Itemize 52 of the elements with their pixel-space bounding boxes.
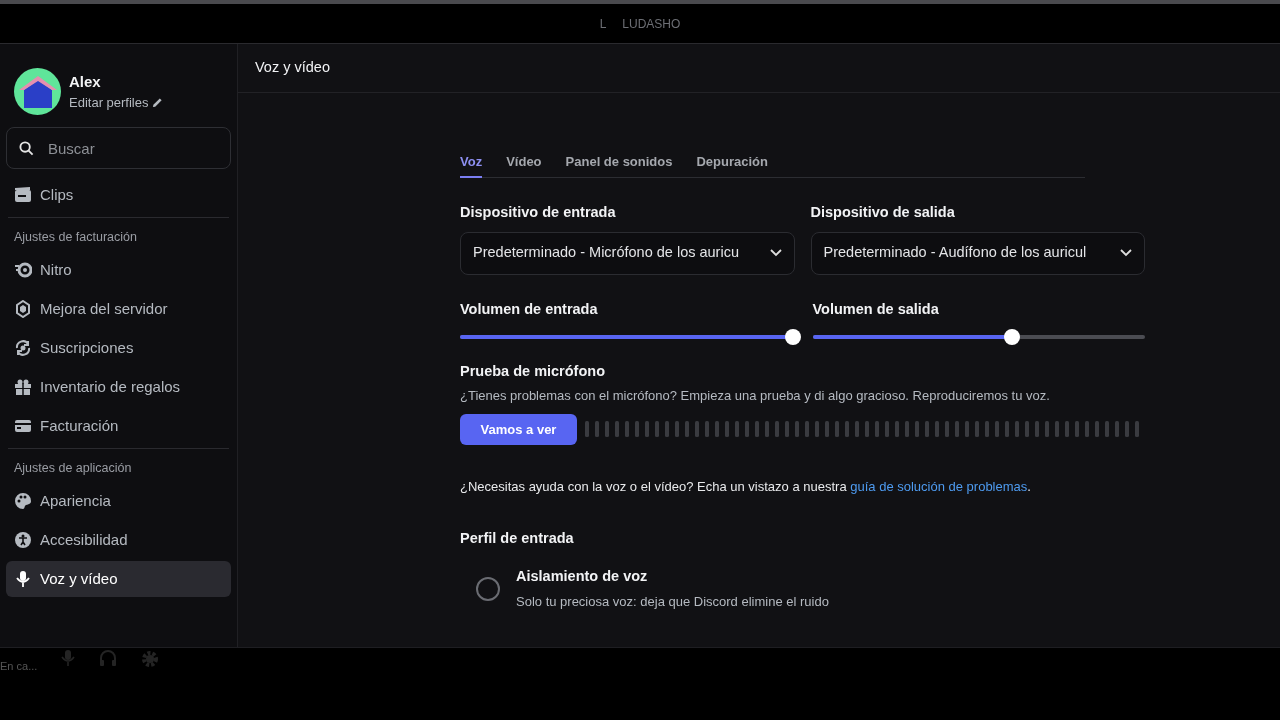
tab[interactable]: Vídeo — [506, 148, 542, 178]
field-label: Volumen de entrada — [460, 299, 599, 319]
slider-thumb[interactable] — [1004, 328, 1020, 345]
page-title: Voz y vídeo — [255, 58, 330, 78]
field-label: Volumen de salida — [812, 299, 940, 319]
device-dropdown[interactable]: Predeterminado - Audífono de los auricul — [810, 231, 1145, 275]
help-text: ¿Necesitas ayuda con la voz o el vídeo? Echa un vistazo a nuestra guía de solución de problemas. — [460, 477, 1032, 496]
microphone-icon — [14, 570, 32, 588]
option-description: Solo tu preciosa voz: deja que Discord elimine el ruido — [516, 592, 829, 611]
sidebar-item[interactable]: Voz y vídeo — [6, 561, 231, 597]
credit-card-icon — [14, 417, 32, 435]
tab[interactable]: Depuración — [696, 148, 768, 178]
sidebar-item[interactable]: Accesibilidad — [6, 522, 231, 558]
user-status: En ca... — [0, 659, 38, 674]
accessibility-icon — [14, 531, 32, 549]
description: ¿Tienes problemas con el micrófono? Empieza una prueba y di algo gracioso. Reproduciremos tu voz. — [460, 387, 1051, 406]
sidebar-item[interactable]: Clips — [6, 177, 231, 213]
search-icon — [19, 141, 34, 156]
sidebar-item[interactable]: Apariencia — [6, 483, 231, 519]
subscriptions-icon — [14, 339, 32, 357]
tab[interactable]: Panel de sonidos — [565, 148, 673, 178]
clips-icon — [14, 186, 32, 204]
mic-test-button[interactable]: Vamos a ver — [460, 413, 577, 445]
user-name: Alex — [69, 71, 102, 92]
palette-icon — [14, 492, 32, 510]
server-initial: L — [599, 15, 607, 33]
sidebar-item[interactable]: Nitro — [6, 252, 231, 288]
field-label: Dispositivo de entrada — [460, 203, 617, 222]
nitro-icon — [14, 261, 32, 279]
edit-profiles-link[interactable]: Editar perfiles — [69, 93, 149, 113]
device-dropdown[interactable]: Predeterminado - Micrófono de los auricu — [460, 231, 795, 275]
chevron-down-icon — [1120, 249, 1132, 258]
sidebar-item[interactable]: Suscripciones — [6, 330, 231, 366]
sidebar-item[interactable]: Mejora del servidor — [6, 291, 231, 327]
tab[interactable]: Voz — [460, 148, 483, 178]
radio-button[interactable] — [476, 576, 500, 601]
section-header: Ajustes de facturación — [13, 229, 138, 246]
avatar[interactable] — [14, 68, 61, 115]
pencil-icon — [152, 97, 164, 109]
window-title: LUDASHO — [622, 15, 681, 33]
gift-icon — [14, 378, 32, 396]
section-header: Ajustes de aplicación — [13, 460, 133, 477]
option-title: Aislamiento de voz — [516, 567, 649, 586]
search-field[interactable]: Buscar — [6, 127, 231, 169]
shield-icon — [14, 300, 32, 318]
section-title: Perfil de entrada — [460, 529, 575, 549]
sidebar-item[interactable]: Inventario de regalos — [6, 369, 231, 405]
field-label: Dispositivo de salida — [810, 203, 956, 222]
chevron-down-icon — [769, 249, 782, 258]
slider-thumb[interactable] — [784, 328, 801, 345]
sidebar-item[interactable]: Facturación — [6, 408, 231, 444]
section-title: Prueba de micrófono — [460, 361, 607, 381]
